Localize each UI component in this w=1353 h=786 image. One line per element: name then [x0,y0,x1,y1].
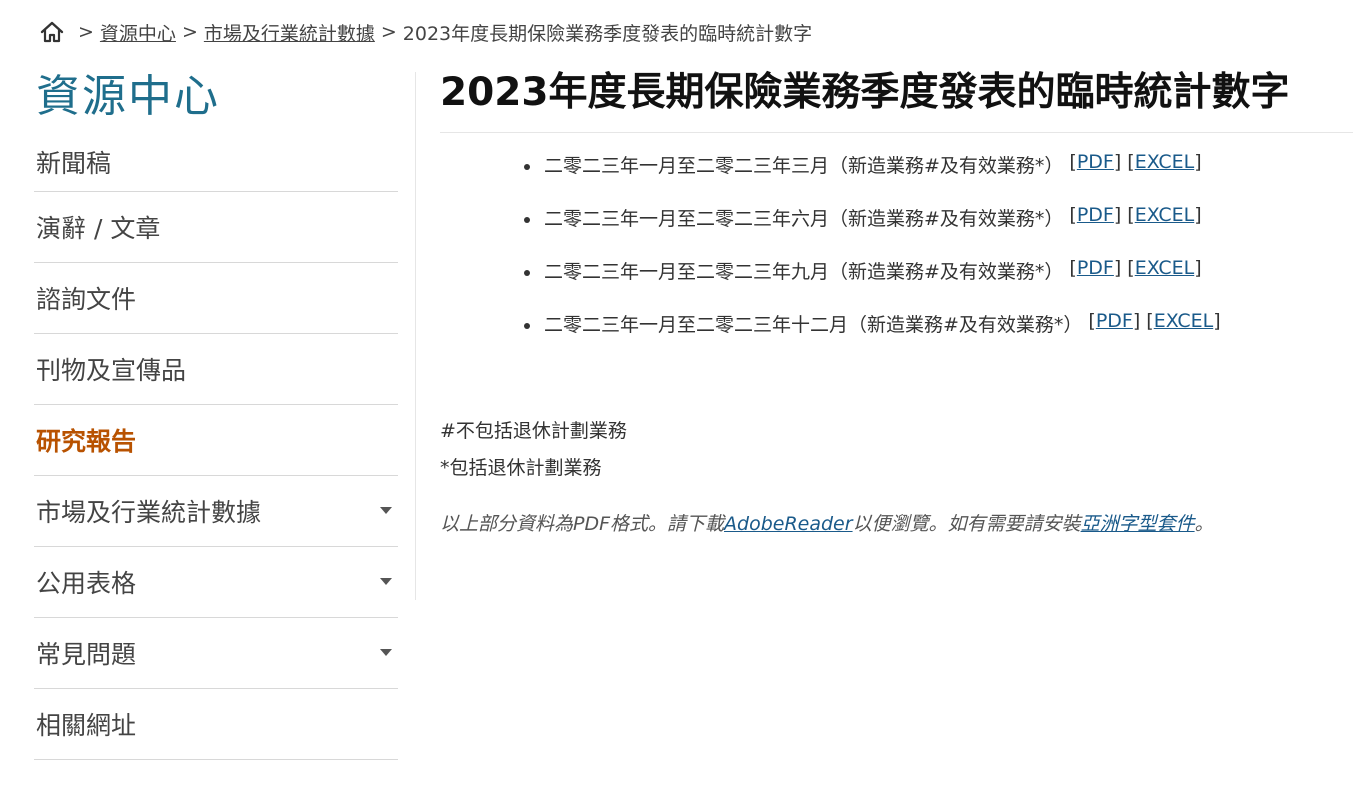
breadcrumb-link-resource-centre[interactable]: 資源中心 [100,19,176,46]
document-title: 二零二三年一月至二零二三年十二月（新造業務#及有效業務*） [544,314,1083,336]
sidebar-title: 資源中心 [36,71,220,122]
excel-link[interactable]: EXCEL [1135,257,1195,279]
footnote-in-force-business: *包括退休計劃業務 [440,457,602,479]
footnotes: #不包括退休計劃業務 *包括退休計劃業務 [440,416,627,490]
sidebar-item-press-releases[interactable]: 新聞稿 [34,130,398,192]
chevron-down-icon[interactable] [380,649,392,656]
sidebar-item-label: 研究報告 [36,427,137,456]
home-icon[interactable] [38,18,66,46]
document-title: 二零二三年一月至二零二三年六月（新造業務#及有效業務*） [544,208,1064,230]
chevron-down-icon[interactable] [380,507,392,514]
bullet-icon [524,270,530,276]
main-content: 2023年度長期保險業務季度發表的臨時統計數字 二零二三年一月至二零二三年三月（… [440,64,1353,535]
asian-font-pack-link[interactable]: 亞洲字型套件 [1081,513,1195,535]
title-divider [440,132,1353,133]
document-title: 二零二三年一月至二零二三年九月（新造業務#及有效業務*） [544,261,1064,283]
excel-link[interactable]: EXCEL [1135,151,1195,173]
sidebar: 資源中心 新聞稿 演辭 / 文章 諮詢文件 刊物及宣傳品 研究報告 市場及行業統… [34,64,398,760]
document-title: 二零二三年一月至二零二三年三月（新造業務#及有效業務*） [544,155,1064,177]
sidebar-item-label: 刊物及宣傳品 [36,356,187,385]
footnote-new-business: #不包括退休計劃業務 [440,420,627,442]
pdf-link[interactable]: PDF [1096,310,1133,332]
sidebar-item-label: 相關網址 [36,711,137,740]
list-item: 二零二三年一月至二零二三年三月（新造業務#及有效業務*） [PDF] [EXCE… [524,151,1221,204]
pdf-link[interactable]: PDF [1077,151,1114,173]
info-text-suffix: 。 [1194,513,1214,535]
column-divider [415,72,416,600]
excel-link[interactable]: EXCEL [1135,204,1195,226]
sidebar-item-consultation[interactable]: 諮詢文件 [34,263,398,334]
sidebar-item-forms[interactable]: 公用表格 [34,547,398,618]
bullet-icon [524,217,530,223]
sidebar-item-label: 演辭 / 文章 [36,214,161,243]
page-title: 2023年度長期保險業務季度發表的臨時統計數字 [440,70,1290,115]
sidebar-item-related-links[interactable]: 相關網址 [34,689,398,760]
chevron-down-icon[interactable] [380,578,392,585]
bullet-icon [524,164,530,170]
breadcrumb-separator: > [181,21,198,43]
sidebar-item-faq[interactable]: 常見問題 [34,618,398,689]
list-item: 二零二三年一月至二零二三年九月（新造業務#及有效業務*） [PDF] [EXCE… [524,257,1221,310]
sidebar-menu: 新聞稿 演辭 / 文章 諮詢文件 刊物及宣傳品 研究報告 市場及行業統計數據 公… [34,130,398,760]
sidebar-item-label: 諮詢文件 [36,285,137,314]
breadcrumb-separator: > [380,21,397,43]
sidebar-item-speeches[interactable]: 演辭 / 文章 [34,192,398,263]
document-list: 二零二三年一月至二零二三年三月（新造業務#及有效業務*） [PDF] [EXCE… [524,151,1221,363]
breadcrumb-separator: > [78,21,94,43]
info-text-prefix: 以上部分資料為PDF格式。請下載 [440,513,725,535]
excel-link[interactable]: EXCEL [1154,310,1214,332]
breadcrumb-current: 2023年度長期保險業務季度發表的臨時統計數字 [402,22,813,45]
sidebar-item-label: 常見問題 [36,640,137,669]
breadcrumb-link-market-statistics[interactable]: 市場及行業統計數據 [204,19,375,46]
list-item: 二零二三年一月至二零二三年十二月（新造業務#及有效業務*） [PDF] [EXC… [524,310,1221,363]
list-item: 二零二三年一月至二零二三年六月（新造業務#及有效業務*） [PDF] [EXCE… [524,204,1221,257]
sidebar-item-research-reports[interactable]: 研究報告 [34,405,398,476]
sidebar-item-market-statistics[interactable]: 市場及行業統計數據 [34,476,398,547]
info-text-middle: 以便瀏覽。如有需要請安裝 [852,513,1081,535]
breadcrumb: > 資源中心 > 市場及行業統計數據 > 2023年度長期保險業務季度發表的臨時… [38,18,812,46]
download-info: 以上部分資料為PDF格式。請下載AdobeReader以便瀏覽。如有需要請安裝亞… [440,509,1214,536]
bullet-icon [524,323,530,329]
sidebar-item-label: 新聞稿 [36,149,112,178]
pdf-link[interactable]: PDF [1077,257,1114,279]
sidebar-item-publications[interactable]: 刊物及宣傳品 [34,334,398,405]
adobe-reader-link[interactable]: AdobeReader [724,513,853,535]
sidebar-item-label: 市場及行業統計數據 [36,498,262,527]
sidebar-item-label: 公用表格 [36,569,137,598]
pdf-link[interactable]: PDF [1077,204,1114,226]
